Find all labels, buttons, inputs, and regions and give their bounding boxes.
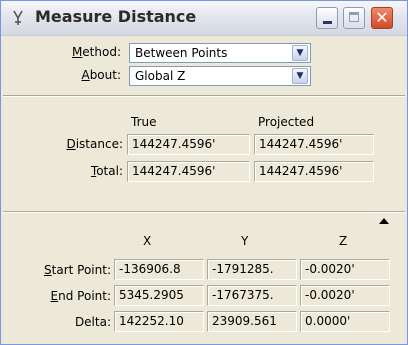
delta-y-field[interactable]: 23909.561 [207,311,297,332]
end-point-label: End Point: [50,289,111,303]
start-point-y-field[interactable]: -1791285. [207,259,297,280]
start-point-x-field[interactable]: -136906.8 [114,259,204,280]
y-header: Y [241,234,249,248]
about-dropdown[interactable]: Global Z ▼ [129,66,311,86]
about-value: Global Z [135,69,186,83]
end-point-z-field[interactable]: -0.0020' [300,285,390,306]
x-header: X [143,234,152,248]
end-point-y-field[interactable]: -1767375. [207,285,297,306]
close-icon: ✕ [375,8,389,27]
chevron-down-icon[interactable]: ▼ [292,68,308,84]
end-point-x-field[interactable]: 5345.2905 [114,285,204,306]
start-point-label: Start Point: [44,263,111,277]
distance-label: Distance: [66,137,123,151]
start-point-z-field[interactable]: -0.0020' [300,259,390,280]
total-projected-field[interactable]: 144247.4596' [254,161,374,182]
divider [3,95,405,97]
method-value: Between Points [135,46,228,60]
true-header: True [131,115,157,129]
chevron-down-icon[interactable]: ▼ [292,45,308,61]
title-bar[interactable]: Measure Distance ✕ [1,1,407,36]
method-label: Method: [71,45,121,59]
collapse-arrow-icon[interactable] [379,218,389,224]
delta-z-field[interactable]: 0.0000' [300,311,390,332]
divider [3,211,405,213]
maximize-icon [349,12,359,22]
measure-tool-icon [9,9,27,27]
distance-projected-field[interactable]: 144247.4596' [254,134,374,155]
maximize-button[interactable] [343,7,365,29]
distance-true-field[interactable]: 144247.4596' [127,134,250,155]
minimize-button[interactable] [316,7,338,29]
total-label: Total: [90,164,123,178]
projected-header: Projected [258,115,315,129]
minimize-icon [323,21,332,24]
delta-x-field[interactable]: 142252.10 [114,311,204,332]
measure-distance-window: Measure Distance ✕ Method: Between Point… [0,0,408,345]
close-button[interactable]: ✕ [371,7,393,29]
about-label: About: [81,68,121,82]
total-true-field[interactable]: 144247.4596' [127,161,250,182]
z-header: Z [339,234,348,248]
method-dropdown[interactable]: Between Points ▼ [129,43,311,63]
delta-label: Delta: [74,315,111,329]
window-title: Measure Distance [35,7,197,26]
